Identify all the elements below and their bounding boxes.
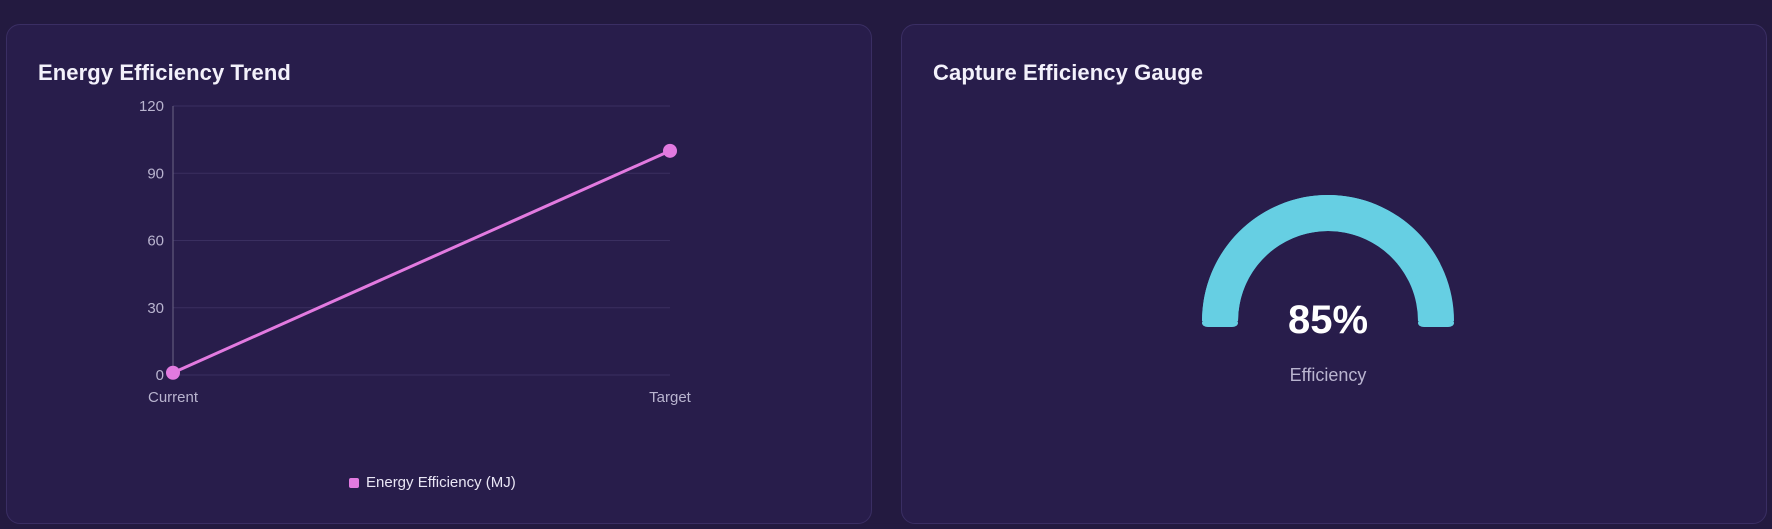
gauge-value: 85% <box>1288 298 1368 342</box>
gauge-right-foot <box>1418 319 1454 327</box>
y-tick-label: 90 <box>147 165 164 182</box>
chart-legend[interactable]: Energy Efficiency (MJ) <box>349 474 516 491</box>
gauge-left-foot <box>1202 319 1238 327</box>
y-tick-label: 0 <box>156 367 164 384</box>
data-point <box>166 365 180 380</box>
y-tick-label: 120 <box>139 98 164 115</box>
legend-swatch <box>349 477 359 488</box>
x-tick-label: Current <box>148 389 199 406</box>
capture-efficiency-gauge: 85% Efficiency <box>1202 194 1454 385</box>
x-tick-label: Target <box>649 389 692 406</box>
series-line <box>172 149 671 375</box>
gauge-label: Efficiency <box>1290 365 1367 385</box>
data-point <box>663 143 677 158</box>
energy-efficiency-card: Energy Efficiency Trend 0 30 60 90 120 Curren… <box>6 24 872 524</box>
capture-efficiency-card: Capture Efficiency Gauge 85% Efficiency <box>901 24 1767 524</box>
y-tick-label: 30 <box>147 300 164 317</box>
y-tick-label: 60 <box>147 233 164 250</box>
legend-label: Energy Efficiency (MJ) <box>366 474 516 491</box>
energy-efficiency-line-chart: 0 30 60 90 120 Current Target <box>139 98 692 406</box>
